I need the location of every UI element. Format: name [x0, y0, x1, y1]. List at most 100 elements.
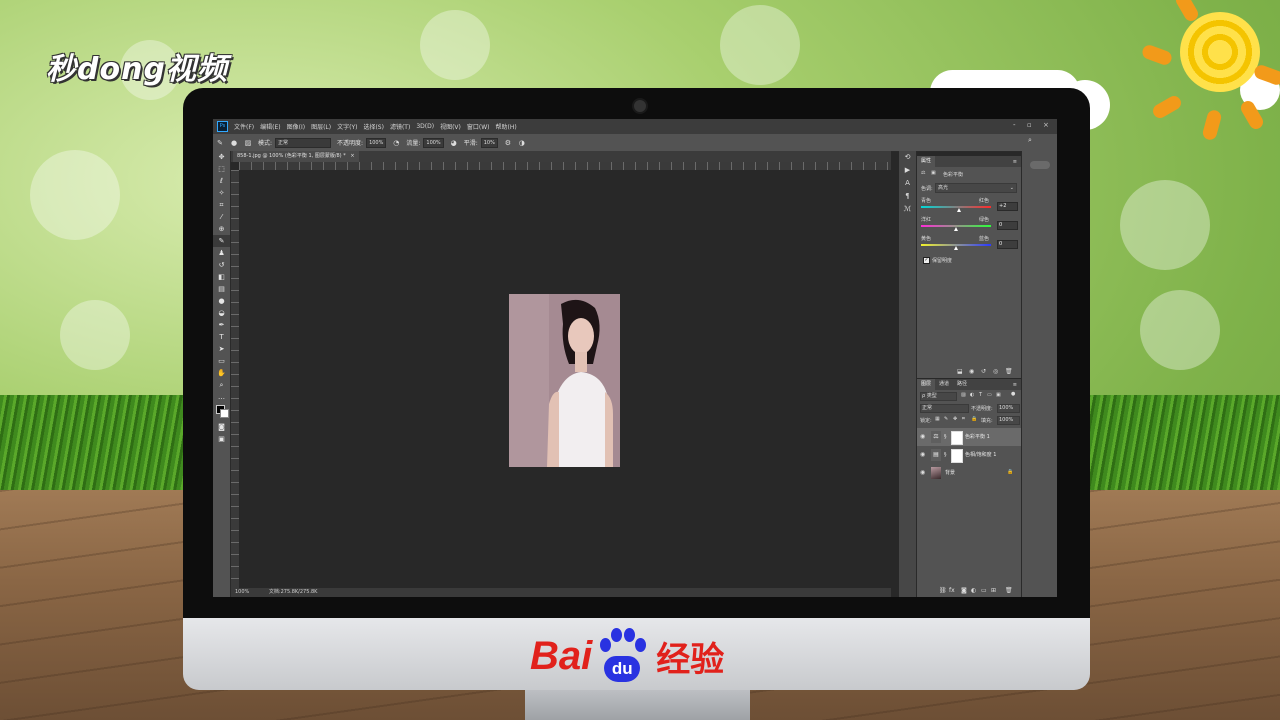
menu-select[interactable]: 选择(S) — [363, 122, 384, 131]
character-panel-icon[interactable]: A — [899, 177, 916, 190]
filter-smart-icon[interactable]: ▣ — [996, 392, 1001, 398]
fx-icon[interactable]: fx — [949, 587, 955, 594]
panel-menu-icon[interactable]: ≡ — [1013, 382, 1017, 388]
menu-help[interactable]: 帮助(H) — [496, 122, 517, 131]
lock-pixels-icon[interactable]: ✎ — [944, 416, 948, 422]
blend-mode-select[interactable]: 正常 — [920, 404, 969, 413]
crop-tool-icon[interactable]: ⌗ — [213, 199, 230, 211]
trash-icon[interactable]: 🗑 — [1005, 587, 1013, 594]
brush-preset-icon[interactable]: ● — [230, 139, 238, 147]
panel-collapse-toggle[interactable] — [1030, 161, 1050, 169]
yellow-blue-value[interactable]: 0 — [997, 240, 1018, 249]
move-tool-icon[interactable]: ✥ — [213, 151, 230, 163]
layer-row[interactable]: ◉ ▤ § 色相/饱和度 1 — [917, 446, 1021, 464]
menu-type[interactable]: 文字(Y) — [337, 122, 357, 131]
eye-icon[interactable]: ◉ — [920, 469, 925, 476]
menu-3d[interactable]: 3D(D) — [416, 123, 434, 130]
maximize-button[interactable]: ▫ — [1027, 121, 1032, 129]
paragraph-panel-icon[interactable]: ¶ — [899, 190, 916, 203]
magenta-green-value[interactable]: 0 — [997, 221, 1018, 230]
properties-tab[interactable]: 属性 — [917, 156, 936, 167]
add-mask-icon[interactable]: ◙ — [961, 587, 967, 594]
layer-row[interactable]: ◉ 背景 🔒 — [917, 464, 1021, 482]
clip-to-layer-icon[interactable]: ⬓ — [957, 368, 963, 375]
yellow-blue-thumb[interactable] — [954, 246, 958, 250]
portrait-photo[interactable] — [509, 294, 620, 467]
new-layer-icon[interactable]: ⊞ — [991, 587, 996, 594]
layer-name[interactable]: 色相/饱和度 1 — [965, 451, 996, 458]
airbrush-icon[interactable]: ◕ — [450, 139, 458, 147]
search-icon[interactable]: ⌕ — [1028, 136, 1032, 145]
mask-icon[interactable]: ▣ — [931, 170, 936, 176]
filter-pixel-icon[interactable]: ▨ — [961, 392, 966, 398]
document-tab-close-icon[interactable]: × — [350, 153, 354, 159]
document-tab[interactable]: 858-1.jpg @ 100% (色彩平衡 1, 图层蒙版/8) * × — [233, 151, 359, 162]
flow-input[interactable]: 100% — [423, 137, 444, 148]
reset-icon[interactable]: ↺ — [981, 368, 986, 375]
cyan-red-value[interactable]: +2 — [997, 202, 1018, 211]
history-brush-tool-icon[interactable]: ↺ — [213, 259, 230, 271]
menu-image[interactable]: 图像(I) — [287, 122, 305, 131]
pressure-opacity-icon[interactable]: ◔ — [392, 139, 400, 147]
minimize-button[interactable]: - — [1013, 121, 1016, 129]
document-info[interactable]: 文档:275.8K/275.8K — [269, 589, 318, 595]
link-layers-icon[interactable]: ⛓ — [939, 587, 947, 594]
menu-file[interactable]: 文件(F) — [234, 122, 254, 131]
layer-opacity-input[interactable]: 100% — [997, 404, 1020, 413]
layer-mask-thumbnail[interactable] — [951, 431, 963, 445]
healing-tool-icon[interactable]: ⊕ — [213, 223, 230, 235]
filter-shape-icon[interactable]: ▭ — [987, 392, 992, 398]
layer-row[interactable]: ◉ ⚖ § 色彩平衡 1 — [917, 428, 1021, 446]
mode-select[interactable]: 正常 — [275, 137, 332, 148]
dodge-tool-icon[interactable]: ◒ — [213, 307, 230, 319]
filter-adjust-icon[interactable]: ◐ — [970, 392, 974, 398]
fill-input[interactable]: 100% — [997, 416, 1020, 425]
lock-all-icon[interactable]: 🔒 — [971, 416, 977, 422]
tone-select[interactable]: 高光 ⌄ — [935, 183, 1017, 193]
blur-tool-icon[interactable]: ● — [213, 295, 230, 307]
actions-panel-icon[interactable]: ▶ — [899, 164, 916, 177]
pen-tool-icon[interactable]: ✒ — [213, 319, 230, 331]
lock-position-icon[interactable]: ✥ — [953, 416, 957, 422]
marquee-tool-icon[interactable]: ⬚ — [213, 163, 230, 175]
brush-tool-icon[interactable]: ✎ — [213, 235, 230, 247]
eye-icon[interactable]: ◉ — [920, 433, 925, 440]
preserve-luminosity-checkbox[interactable]: ✓ — [923, 257, 930, 264]
view-previous-icon[interactable]: ◉ — [969, 368, 974, 375]
hand-tool-icon[interactable]: ✋ — [213, 367, 230, 379]
new-group-icon[interactable]: ▭ — [981, 587, 987, 594]
eraser-tool-icon[interactable]: ◧ — [213, 271, 230, 283]
link-icon[interactable]: § — [944, 452, 947, 458]
pressure-size-icon[interactable]: ◑ — [518, 139, 526, 147]
lock-transparent-icon[interactable]: ▦ — [935, 416, 940, 422]
filter-type-icon[interactable]: T — [979, 392, 982, 398]
menu-layer[interactable]: 图层(L) — [311, 122, 331, 131]
stamp-tool-icon[interactable]: ♟ — [213, 247, 230, 259]
screen-mode-icon[interactable]: ▣ — [213, 433, 230, 445]
more-tools-icon[interactable]: … — [213, 391, 230, 403]
cyan-red-track[interactable] — [921, 206, 991, 208]
glyphs-panel-icon[interactable]: ℳ — [899, 203, 916, 216]
history-panel-icon[interactable]: ⟲ — [899, 151, 916, 164]
eye-icon[interactable]: ◉ — [920, 451, 925, 458]
link-icon[interactable]: § — [944, 434, 947, 440]
smooth-input[interactable]: 10% — [480, 137, 498, 148]
visibility-icon[interactable]: ◎ — [993, 368, 998, 375]
color-swatches-icon[interactable] — [213, 403, 230, 421]
layer-name[interactable]: 色彩平衡 1 — [965, 433, 990, 440]
new-adjustment-icon[interactable]: ◐ — [971, 587, 976, 594]
canvas-area[interactable] — [239, 170, 891, 588]
quick-select-tool-icon[interactable]: ✧ — [213, 187, 230, 199]
layer-name[interactable]: 背景 — [945, 469, 955, 476]
type-tool-icon[interactable]: T — [213, 331, 230, 343]
magenta-green-slider[interactable]: 洋红 绿色 0 — [921, 216, 1018, 234]
quick-mask-icon[interactable]: ◙ — [213, 421, 230, 433]
layer-mask-thumbnail[interactable] — [951, 449, 963, 463]
menu-edit[interactable]: 编辑(E) — [260, 122, 280, 131]
cyan-red-slider[interactable]: 青色 红色 +2 — [921, 197, 1018, 215]
brush-tool-icon[interactable]: ✎ — [216, 139, 224, 147]
path-select-tool-icon[interactable]: ➤ — [213, 343, 230, 355]
tab-channels[interactable]: 通道 — [935, 379, 953, 390]
panel-menu-icon[interactable]: ≡ — [1013, 159, 1017, 165]
tab-layers[interactable]: 图层 — [917, 379, 936, 390]
